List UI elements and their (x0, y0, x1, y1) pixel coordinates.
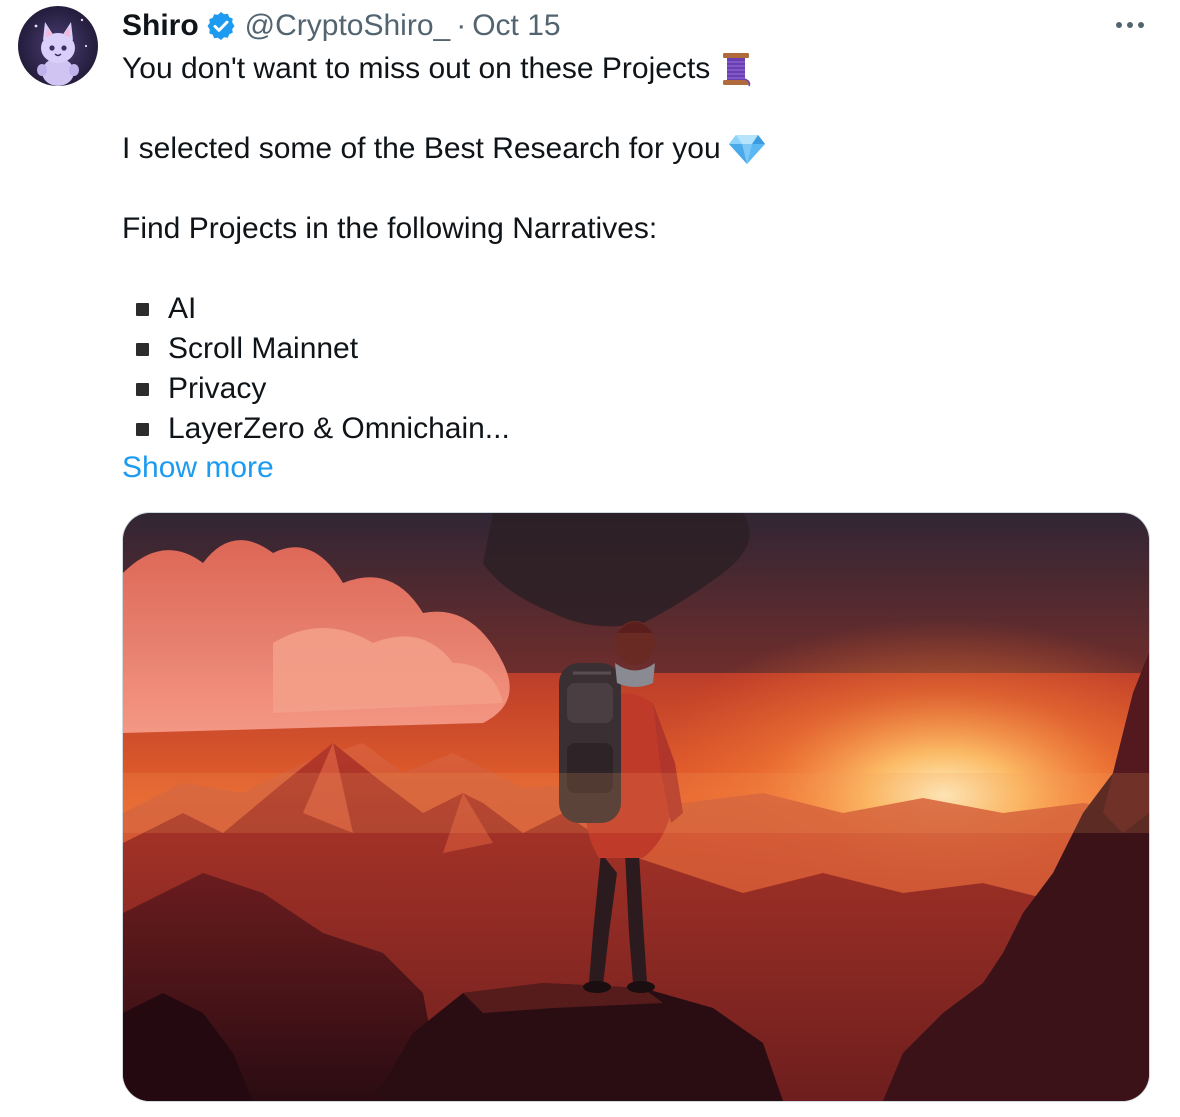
avatar[interactable] (18, 6, 98, 86)
list-item: AI (122, 289, 767, 329)
list-item-label: Privacy (168, 372, 267, 405)
author-name[interactable]: Shiro (122, 9, 199, 43)
text-line-3: Find Projects in the following Narrative… (122, 212, 658, 245)
tweet-header: Shiro @CryptoShiro_ · Oct 15 (122, 6, 561, 46)
text-line-1: You don't want to miss out on these Proj… (122, 52, 711, 85)
list-item: LayerZero & Omnichain... (122, 409, 767, 449)
tweet[interactable]: Shiro @CryptoShiro_ · Oct 15 You don't w… (0, 0, 1180, 1117)
text-line-2: I selected some of the Best Research for… (122, 132, 721, 165)
gem-stone-icon (727, 129, 767, 169)
author-handle[interactable]: @CryptoShiro_ (245, 9, 451, 43)
verified-badge-icon (205, 10, 237, 42)
tweet-media-image[interactable] (122, 512, 1150, 1102)
list-item: Privacy (122, 369, 767, 409)
more-options-icon[interactable] (1110, 10, 1150, 40)
list-item-label: LayerZero & Omnichain... (168, 412, 510, 445)
bullet-square-icon (136, 422, 149, 436)
list-item-label: AI (168, 292, 197, 325)
thread-spool-icon (716, 49, 756, 89)
tweet-text: You don't want to miss out on these Proj… (122, 49, 767, 449)
list-item: Scroll Mainnet (122, 329, 767, 369)
bullet-square-icon (136, 342, 149, 356)
header-separator: · (456, 9, 467, 42)
list-item-label: Scroll Mainnet (168, 332, 359, 365)
show-more-link[interactable]: Show more (122, 448, 274, 488)
bullet-square-icon (136, 302, 149, 316)
bullet-square-icon (136, 382, 149, 396)
tweet-date[interactable]: Oct 15 (472, 9, 560, 43)
